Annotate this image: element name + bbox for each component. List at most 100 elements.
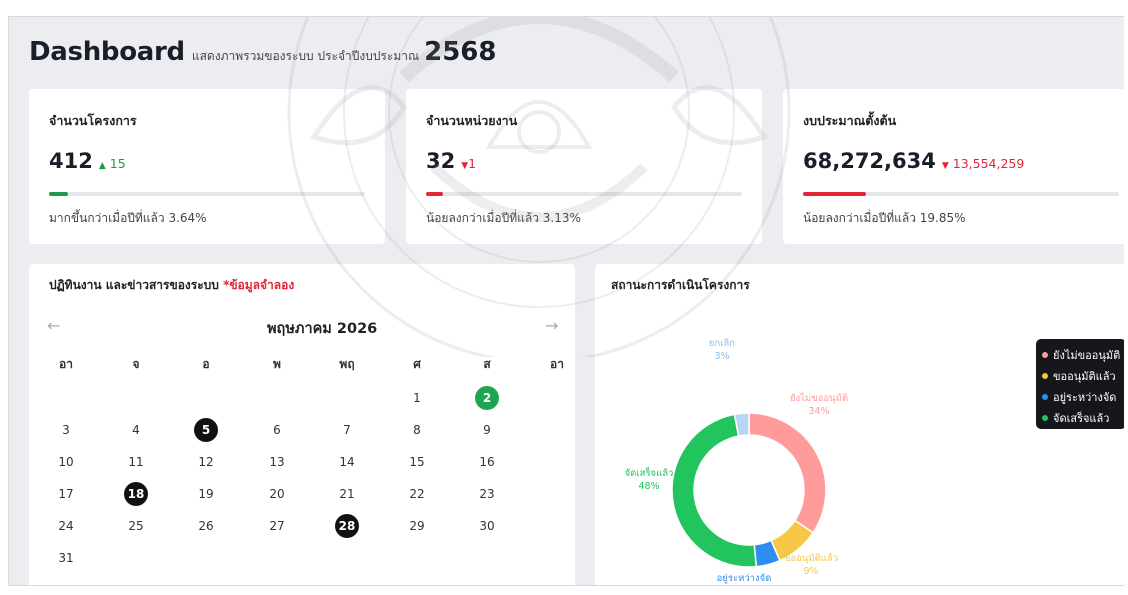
calendar-day[interactable]: 15 <box>402 450 432 474</box>
donut-slice[interactable] <box>671 413 758 568</box>
progress-fill <box>803 192 866 196</box>
calendar-day[interactable]: 31 <box>51 546 81 570</box>
calendar-day[interactable]: 10 <box>51 450 81 474</box>
calendar-day[interactable]: 19 <box>191 482 221 506</box>
calendar-day-number: 13 <box>269 455 285 469</box>
progress-track <box>803 192 1119 196</box>
calendar-day-number: 24 <box>58 519 74 533</box>
calendar-day[interactable]: 26 <box>191 514 221 538</box>
calendar-day[interactable]: 22 <box>402 482 432 506</box>
calendar-day[interactable]: 11 <box>121 450 151 474</box>
calendar-day[interactable]: 23 <box>472 482 502 506</box>
calendar-day-number: 7 <box>343 423 351 437</box>
slice-percent: 34% <box>808 406 830 417</box>
calendar-day[interactable]: 4 <box>121 418 151 442</box>
calendar-day[interactable]: 13 <box>262 450 292 474</box>
page-title: Dashboard <box>29 37 185 67</box>
legend-item[interactable]: จัดเสร็จแล้ว <box>1042 407 1120 428</box>
calendar-day-number: 2 <box>475 386 499 410</box>
calendar-day[interactable]: 16 <box>472 450 502 474</box>
calendar-day[interactable]: 18 <box>121 482 151 506</box>
calendar-day[interactable]: 24 <box>51 514 81 538</box>
calendar-day-number: 1 <box>413 391 421 405</box>
dashboard-frame: Dashboard แสดงภาพรวมของระบบ ประจำปีงบประ… <box>8 16 1124 586</box>
calendar-day[interactable]: 30 <box>472 514 502 538</box>
stat-card-units: จำนวนหน่วยงาน 32 ▼1 น้อยลงกว่าเมื่อปีที่… <box>406 89 762 244</box>
slice-name: จัดเสร็จแล้ว <box>624 468 674 479</box>
slice-percent: 9% <box>803 566 819 577</box>
calendar-day-number: 22 <box>409 487 425 501</box>
calendar-day[interactable]: 29 <box>402 514 432 538</box>
calendar-day-number: 14 <box>339 455 355 469</box>
stat-label: จำนวนหน่วยงาน <box>426 113 518 128</box>
calendar-day-number: 3 <box>62 423 70 437</box>
legend-dot <box>1042 414 1048 421</box>
stat-delta-value: 13,554,259 <box>952 156 1025 171</box>
legend-label: จัดเสร็จแล้ว <box>1053 411 1110 425</box>
weekday-header: พ <box>273 357 281 371</box>
legend-item[interactable]: ยังไม่ขออนุมัติ <box>1042 344 1120 365</box>
calendar-day[interactable]: 21 <box>332 482 362 506</box>
calendar-day[interactable]: 12 <box>191 450 221 474</box>
mock-data-note: *ข้อมูลจำลอง <box>223 278 295 292</box>
calendar-day-number: 10 <box>58 455 74 469</box>
up-arrow-icon: ▲ <box>98 161 106 171</box>
calendar-day[interactable]: 3 <box>51 418 81 442</box>
slice-percent: 48% <box>638 481 660 492</box>
donut-slice[interactable] <box>748 412 827 534</box>
calendar-day-number: 16 <box>479 455 495 469</box>
stat-value: 412 <box>49 149 93 173</box>
chart-legend: ยังไม่ขออนุมัติ ขออนุมัติแล้ว อยู่ระหว่า… <box>1036 339 1124 429</box>
calendar-day[interactable]: 20 <box>262 482 292 506</box>
stat-note: น้อยลงกว่าเมื่อปีที่แล้ว 3.13% <box>426 211 581 225</box>
slice-name: ยังไม่ขออนุมัติ <box>789 393 849 404</box>
calendar-day[interactable]: 8 <box>402 418 432 442</box>
page-subtitle: แสดงภาพรวมของระบบ ประจำปีงบประมาณ <box>191 49 420 63</box>
stat-delta: ▼ 13,554,259 <box>942 156 1024 171</box>
calendar-day-number: 9 <box>483 423 491 437</box>
legend-dot <box>1042 372 1048 379</box>
calendar-day-number: 31 <box>58 551 74 565</box>
calendar-day[interactable]: 25 <box>121 514 151 538</box>
stat-delta-value: 1 <box>468 156 477 171</box>
next-month-arrow-icon[interactable]: → <box>545 316 558 335</box>
calendar-day[interactable]: 6 <box>262 418 292 442</box>
calendar-title-text: ปฏิทินงาน และข่าวสารของระบบ <box>49 278 219 292</box>
stat-label: จำนวนโครงการ <box>49 113 137 128</box>
calendar-day-number: 8 <box>413 423 421 437</box>
prev-month-arrow-icon[interactable]: ← <box>47 316 60 335</box>
calendar-day-number: 4 <box>132 423 140 437</box>
stat-card-budget: งบประมาณตั้งต้น 68,272,634 ▼ 13,554,259 … <box>783 89 1124 244</box>
weekday-header: อา <box>550 357 564 371</box>
calendar-day[interactable]: 27 <box>262 514 292 538</box>
calendar-day-number: 6 <box>273 423 281 437</box>
calendar-day-number: 25 <box>128 519 144 533</box>
stat-note: มากขึ้นกว่าเมื่อปีที่แล้ว 3.64% <box>49 211 207 225</box>
calendar-day-number: 23 <box>479 487 495 501</box>
page-header: Dashboard แสดงภาพรวมของระบบ ประจำปีงบประ… <box>29 37 496 67</box>
calendar-day[interactable]: 14 <box>332 450 362 474</box>
calendar-day-number: 5 <box>194 418 218 442</box>
calendar-panel-title: ปฏิทินงาน และข่าวสารของระบบ *ข้อมูลจำลอง <box>49 276 294 295</box>
stat-note: น้อยลงกว่าเมื่อปีที่แล้ว 19.85% <box>803 211 966 225</box>
calendar-day-number: 19 <box>198 487 214 501</box>
legend-item[interactable]: ขออนุมัติแล้ว <box>1042 365 1120 386</box>
calendar-day[interactable]: 5 <box>191 418 221 442</box>
calendar-day[interactable]: 7 <box>332 418 362 442</box>
calendar-day-number: 30 <box>479 519 495 533</box>
calendar-day[interactable]: 2 <box>472 386 502 410</box>
calendar-day[interactable]: 17 <box>51 482 81 506</box>
stat-delta: ▲ 15 <box>99 156 126 171</box>
calendar-month-label: พฤษภาคม 2026 <box>267 321 378 337</box>
calendar-day-number: 26 <box>198 519 214 533</box>
slice-name: ยกเลิก <box>708 338 736 349</box>
progress-track <box>426 192 742 196</box>
calendar-day[interactable]: 1 <box>402 386 432 410</box>
calendar-panel: ปฏิทินงาน และข่าวสารของระบบ *ข้อมูลจำลอง… <box>29 264 575 585</box>
calendar-day-number: 20 <box>269 487 285 501</box>
down-arrow-icon: ▼ <box>941 161 949 171</box>
calendar-day[interactable]: 9 <box>472 418 502 442</box>
legend-item[interactable]: อยู่ระหว่างจัด <box>1042 386 1120 407</box>
progress-fill <box>426 192 443 196</box>
calendar-day[interactable]: 28 <box>332 514 362 538</box>
